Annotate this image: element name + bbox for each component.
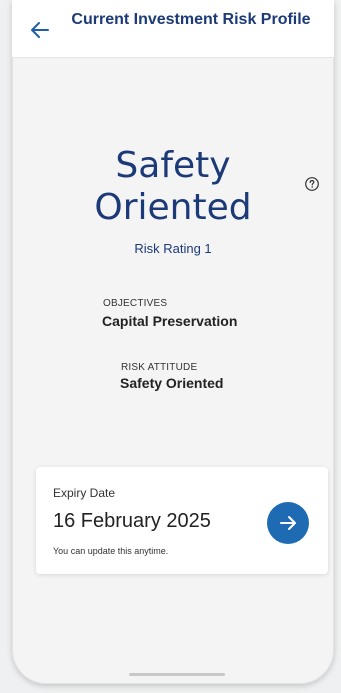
objectives-label: OBJECTIVES — [103, 298, 168, 309]
arrow-right-icon — [280, 516, 296, 530]
risk-attitude-label: RISK ATTITUDE — [121, 362, 198, 373]
risk-profile-name: Safety Oriented — [12, 145, 334, 229]
arrow-left-icon — [31, 22, 49, 38]
back-button[interactable] — [28, 18, 52, 42]
expiry-date-value: 16 February 2025 — [53, 510, 211, 532]
help-button[interactable] — [304, 176, 320, 192]
expiry-update-note: You can update this anytime. — [53, 546, 169, 556]
page-title: Current Investment Risk Profile — [71, 11, 311, 28]
header-bar: Current Investment Risk Profile — [12, 0, 334, 58]
update-profile-button[interactable] — [267, 502, 309, 544]
objectives-value: Capital Preservation — [102, 313, 238, 329]
expiry-card: Expiry Date 16 February 2025 You can upd… — [36, 467, 328, 574]
expiry-date-label: Expiry Date — [53, 486, 116, 500]
risk-profile-name-line2: Oriented — [94, 187, 252, 228]
phone-screen: Current Investment Risk Profile Safety O… — [12, 0, 334, 684]
home-indicator[interactable] — [129, 673, 225, 676]
risk-profile-name-line1: Safety — [115, 145, 231, 186]
risk-rating: Risk Rating 1 — [134, 241, 212, 256]
risk-attitude-value: Safety Oriented — [120, 375, 224, 391]
question-circle-icon — [305, 177, 319, 191]
